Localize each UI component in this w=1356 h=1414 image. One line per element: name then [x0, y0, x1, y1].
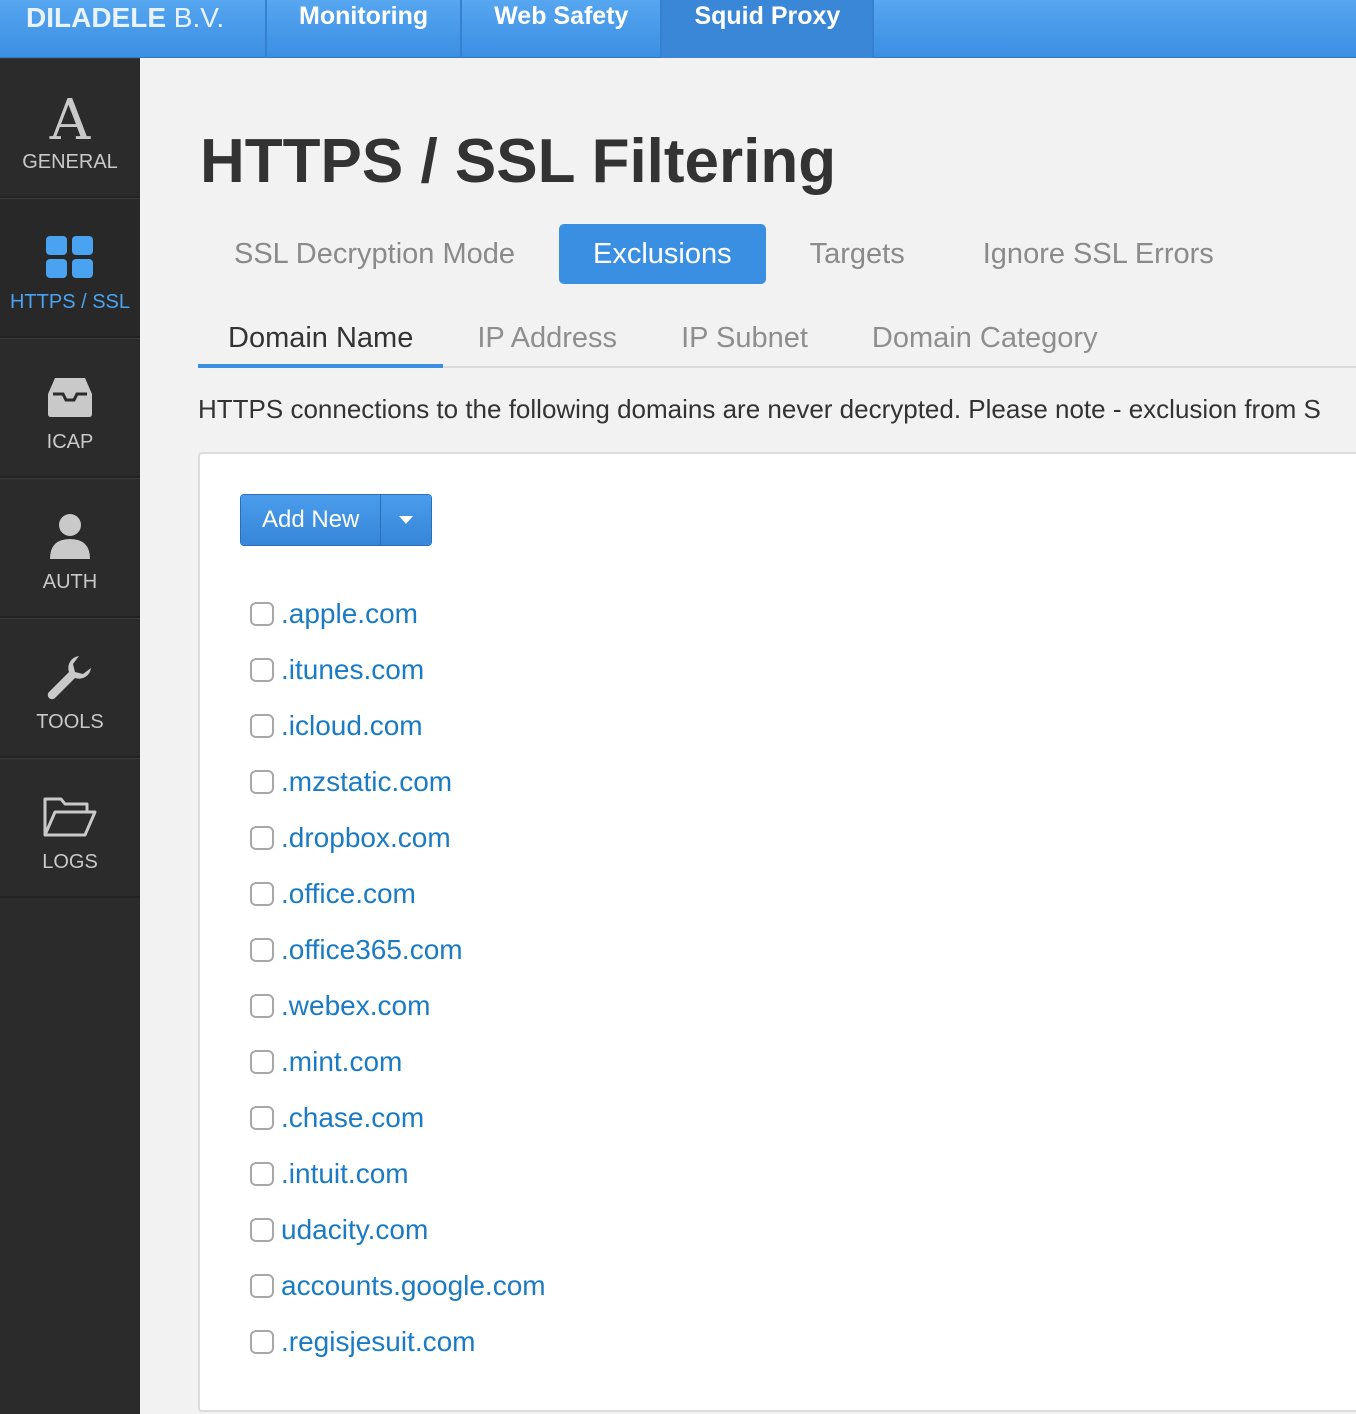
sidebar-label-tools: TOOLS — [36, 711, 104, 733]
domain-checkbox[interactable] — [250, 1218, 274, 1242]
domain-checkbox[interactable] — [250, 658, 274, 682]
svg-text:A: A — [49, 89, 91, 145]
topnav-monitoring[interactable]: Monitoring — [265, 0, 460, 58]
list-item: .dropbox.com — [250, 810, 546, 866]
domain-link[interactable]: .office.com — [281, 878, 416, 910]
list-item: .apple.com — [250, 586, 546, 642]
brand-logo[interactable]: DILADELE B.V. — [26, 2, 224, 34]
list-item: .icloud.com — [250, 698, 546, 754]
list-item: accounts.google.com — [250, 1258, 546, 1314]
tab-domain-category[interactable]: Domain Category — [842, 310, 1128, 368]
domain-link[interactable]: .dropbox.com — [281, 822, 451, 854]
domain-link[interactable]: .itunes.com — [281, 654, 424, 686]
topnav-web-safety[interactable]: Web Safety — [460, 0, 660, 58]
user-icon — [0, 509, 140, 565]
tab-domain-name[interactable]: Domain Name — [198, 310, 444, 368]
top-navbar: DILADELE B.V. Monitoring Web Safety Squi… — [0, 0, 1356, 58]
list-item: .office365.com — [250, 922, 546, 978]
pill-ignore-ssl-errors[interactable]: Ignore SSL Errors — [949, 224, 1248, 284]
list-item: .itunes.com — [250, 642, 546, 698]
sidebar-item-icap[interactable]: ICAP — [0, 338, 140, 478]
domain-link[interactable]: udacity.com — [281, 1214, 428, 1246]
top-nav: Monitoring Web Safety Squid Proxy — [265, 0, 875, 58]
page-title: HTTPS / SSL Filtering — [200, 127, 837, 196]
domain-checkbox[interactable] — [250, 1274, 274, 1298]
list-item: .mint.com — [250, 1034, 546, 1090]
domain-checkbox[interactable] — [250, 1106, 274, 1130]
domain-list: .apple.com .itunes.com .icloud.com .mzst… — [250, 586, 546, 1370]
pill-targets[interactable]: Targets — [776, 224, 939, 284]
sidebar-item-logs[interactable]: LOGS — [0, 758, 140, 898]
wrench-icon — [0, 649, 140, 705]
caret-down-icon — [399, 516, 414, 524]
tab-ip-address[interactable]: IP Address — [447, 310, 647, 368]
domain-link[interactable]: accounts.google.com — [281, 1270, 546, 1302]
exclusion-tabs: Domain Name IP Address IP Subnet Domain … — [198, 310, 1356, 368]
exclusion-description: HTTPS connections to the following domai… — [198, 394, 1321, 424]
domain-checkbox[interactable] — [250, 602, 274, 626]
domain-checkbox[interactable] — [250, 714, 274, 738]
folder-open-icon — [0, 789, 140, 845]
domain-checkbox[interactable] — [250, 1330, 274, 1354]
list-item: udacity.com — [250, 1202, 546, 1258]
domain-panel: Add New .apple.com .itunes.com .icloud.c… — [198, 452, 1356, 1412]
add-new-button[interactable]: Add New — [241, 495, 382, 545]
domain-checkbox[interactable] — [250, 938, 274, 962]
list-item: .office.com — [250, 866, 546, 922]
sidebar-label-general: GENERAL — [22, 151, 118, 173]
sidebar-label-https-ssl: HTTPS / SSL — [9, 291, 131, 313]
domain-checkbox[interactable] — [250, 882, 274, 906]
tab-ip-subnet[interactable]: IP Subnet — [651, 310, 838, 368]
grid-tiles-icon — [0, 229, 140, 285]
sidebar-item-tools[interactable]: TOOLS — [0, 618, 140, 758]
sidebar-label-logs: LOGS — [42, 851, 98, 873]
section-pills: SSL Decryption Mode Exclusions Targets I… — [200, 224, 1258, 284]
domain-checkbox[interactable] — [250, 1162, 274, 1186]
list-item: .chase.com — [250, 1090, 546, 1146]
domain-link[interactable]: .apple.com — [281, 598, 418, 630]
domain-checkbox[interactable] — [250, 826, 274, 850]
domain-link[interactable]: .chase.com — [281, 1102, 424, 1134]
main-content: HTTPS / SSL Filtering SSL Decryption Mod… — [140, 58, 1356, 1414]
domain-checkbox[interactable] — [250, 770, 274, 794]
pill-ssl-decryption-mode[interactable]: SSL Decryption Mode — [200, 224, 549, 284]
domain-link[interactable]: .webex.com — [281, 990, 430, 1022]
pill-exclusions[interactable]: Exclusions — [559, 224, 766, 284]
inbox-icon — [0, 369, 140, 425]
list-item: .mzstatic.com — [250, 754, 546, 810]
sidebar-item-auth[interactable]: AUTH — [0, 478, 140, 618]
sidebar-label-auth: AUTH — [42, 571, 98, 593]
domain-link[interactable]: .mint.com — [281, 1046, 402, 1078]
sidebar-item-general[interactable]: A GENERAL — [0, 58, 140, 198]
list-item: .webex.com — [250, 978, 546, 1034]
add-new-dropdown-toggle[interactable] — [381, 495, 432, 545]
list-item: .intuit.com — [250, 1146, 546, 1202]
sidebar-item-https-ssl[interactable]: HTTPS / SSL — [0, 198, 140, 338]
sidebar-label-icap: ICAP — [46, 431, 94, 453]
domain-checkbox[interactable] — [250, 994, 274, 1018]
topnav-squid-proxy[interactable]: Squid Proxy — [660, 0, 875, 58]
domain-link[interactable]: .regisjesuit.com — [281, 1326, 476, 1358]
letter-a-icon: A — [0, 89, 140, 145]
brand-name: DILADELE — [26, 2, 166, 33]
domain-link[interactable]: .intuit.com — [281, 1158, 409, 1190]
list-item: .regisjesuit.com — [250, 1314, 546, 1370]
domain-checkbox[interactable] — [250, 1050, 274, 1074]
domain-link[interactable]: .office365.com — [281, 934, 463, 966]
domain-link[interactable]: .mzstatic.com — [281, 766, 452, 798]
sidebar: A GENERAL HTTPS / SSL ICAP AUTH TOOLS LO… — [0, 58, 140, 1414]
add-new-button-group: Add New — [240, 494, 433, 546]
domain-link[interactable]: .icloud.com — [281, 710, 423, 742]
brand-suffix: B.V. — [166, 2, 225, 33]
